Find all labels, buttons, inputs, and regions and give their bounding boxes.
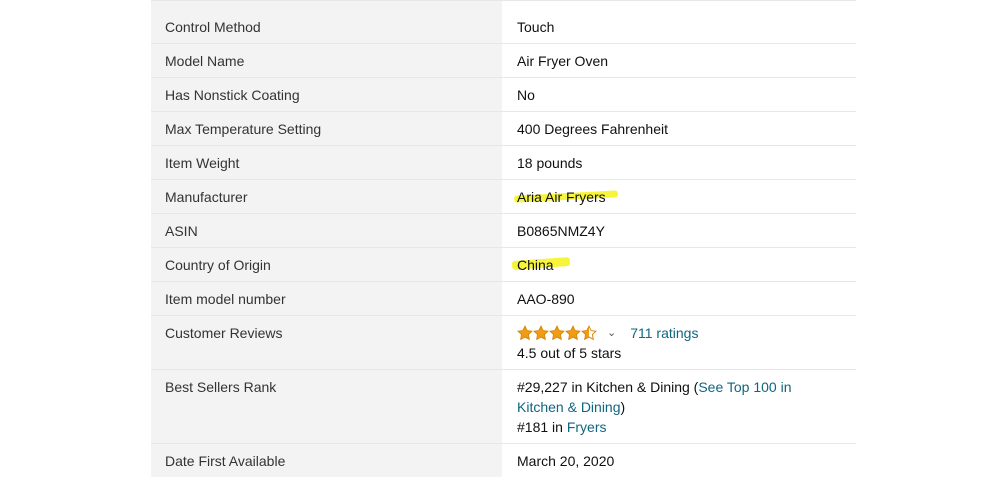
row-label: Customer Reviews <box>151 316 502 369</box>
row-label: Manufacturer <box>151 180 502 213</box>
table-row: Item model number AAO-890 <box>151 282 856 316</box>
star-icon <box>517 325 533 341</box>
row-value: March 20, 2020 <box>502 444 856 477</box>
row-value: B0865NMZ4Y <box>502 214 856 247</box>
row-label: ASIN <box>151 214 502 247</box>
best-sellers-rank-cell: #29,227 in Kitchen & Dining (See Top 100… <box>502 370 856 443</box>
row-value: 400 Degrees Fahrenheit <box>502 112 856 145</box>
table-row: Control Method Touch <box>151 1 856 44</box>
customer-reviews-cell: ⌄ 711 ratings 4.5 out of 5 stars <box>502 316 856 369</box>
row-label: Max Temperature Setting <box>151 112 502 145</box>
table-row: Customer Reviews ⌄ 711 ratings 4.5 out o… <box>151 316 856 370</box>
table-row: Item Weight 18 pounds <box>151 146 856 180</box>
rank-line-3: #181 in Fryers <box>517 417 856 437</box>
row-label: Country of Origin <box>151 248 502 281</box>
rating-text: 4.5 out of 5 stars <box>517 345 622 361</box>
row-value: Aria Air Fryers <box>502 180 856 213</box>
star-icon <box>565 325 581 341</box>
close-paren: ) <box>620 399 626 415</box>
row-value: China <box>502 248 856 281</box>
primary-rank-text: #29,227 in Kitchen & Dining ( <box>517 379 699 395</box>
see-top-100-link-cont[interactable]: Kitchen & Dining <box>517 399 621 415</box>
manufacturer-value: Aria Air Fryers <box>517 189 606 205</box>
table-row: Max Temperature Setting 400 Degrees Fahr… <box>151 112 856 146</box>
row-value: AAO-890 <box>502 282 856 315</box>
table-row: Manufacturer Aria Air Fryers <box>151 180 856 214</box>
star-rating[interactable] <box>517 325 597 341</box>
row-label: Model Name <box>151 44 502 77</box>
fryers-link[interactable]: Fryers <box>567 419 607 435</box>
chevron-down-icon[interactable]: ⌄ <box>607 323 616 343</box>
table-row: Country of Origin China <box>151 248 856 282</box>
secondary-rank-text: #181 in <box>517 419 567 435</box>
row-value: Air Fryer Oven <box>502 44 856 77</box>
row-value: 18 pounds <box>502 146 856 179</box>
star-icon <box>533 325 549 341</box>
table-row: Best Sellers Rank #29,227 in Kitchen & D… <box>151 370 856 444</box>
row-value: No <box>502 78 856 111</box>
row-label: Item model number <box>151 282 502 315</box>
table-row: Has Nonstick Coating No <box>151 78 856 112</box>
ratings-link[interactable]: 711 ratings <box>630 323 698 343</box>
row-label: Has Nonstick Coating <box>151 78 502 111</box>
table-row: ASIN B0865NMZ4Y <box>151 214 856 248</box>
country-value: China <box>517 257 554 273</box>
see-top-100-link[interactable]: See Top 100 in <box>698 379 791 395</box>
table-row: Model Name Air Fryer Oven <box>151 44 856 78</box>
row-label: Item Weight <box>151 146 502 179</box>
row-label: Best Sellers Rank <box>151 370 502 443</box>
star-icon <box>549 325 565 341</box>
row-label: Date First Available <box>151 444 502 477</box>
rank-line-2: Kitchen & Dining) <box>517 397 856 417</box>
product-details-table: Control Method Touch Model Name Air Frye… <box>151 0 856 477</box>
row-value: Touch <box>502 1 856 43</box>
star-icon <box>581 325 597 341</box>
rank-line-1: #29,227 in Kitchen & Dining (See Top 100… <box>517 377 856 397</box>
table-row: Date First Available March 20, 2020 <box>151 444 856 477</box>
row-label: Control Method <box>151 1 502 43</box>
